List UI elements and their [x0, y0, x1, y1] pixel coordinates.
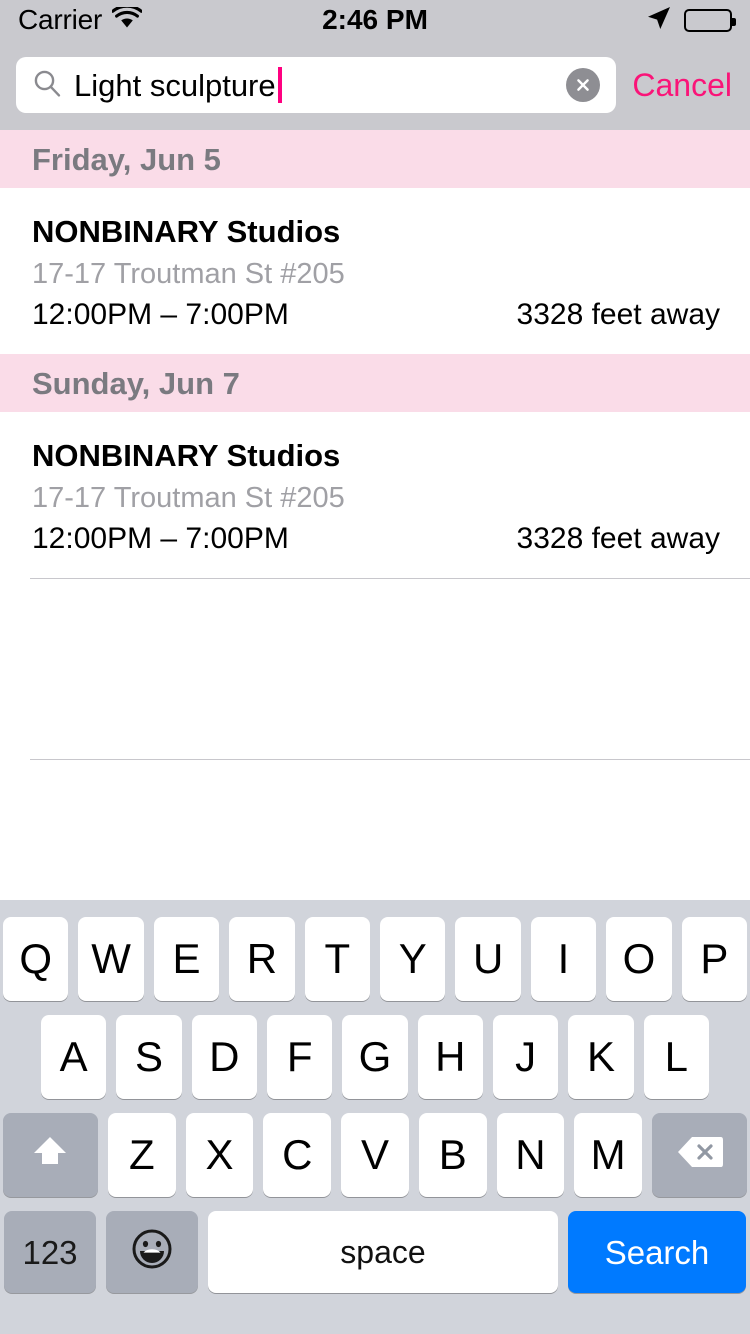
- key-c[interactable]: C: [263, 1113, 332, 1197]
- key-a[interactable]: A: [41, 1015, 107, 1099]
- venue-address: 17-17 Troutman St #205: [32, 481, 345, 514]
- search-icon: [32, 68, 62, 103]
- key-z[interactable]: Z: [107, 1113, 176, 1197]
- key-v[interactable]: V: [341, 1113, 409, 1197]
- search-text-wrap: Light sculpture: [74, 67, 558, 103]
- keyboard-row-3: Z X C V B N M: [0, 1106, 750, 1204]
- key-r[interactable]: R: [229, 917, 295, 1001]
- status-bar-right: [646, 5, 736, 36]
- venue-name: NONBINARY Studios: [32, 214, 341, 249]
- key-h[interactable]: H: [417, 1015, 483, 1099]
- key-x[interactable]: X: [185, 1113, 254, 1197]
- battery-full-icon: [684, 8, 736, 32]
- list-item[interactable]: NONBINARY Studios 17-17 Troutman St #205…: [0, 412, 750, 579]
- key-f[interactable]: F: [267, 1015, 333, 1099]
- emoji-smiley-icon: [129, 1226, 175, 1279]
- shift-icon: [28, 1130, 72, 1181]
- clear-search-button[interactable]: [566, 68, 601, 102]
- key-t[interactable]: T: [304, 917, 370, 1001]
- section-header: Friday, Jun 5: [0, 130, 750, 188]
- key-m[interactable]: M: [574, 1113, 643, 1197]
- venue-hours: 12:00PM – 7:00PM: [32, 521, 289, 555]
- key-e[interactable]: E: [153, 917, 220, 1001]
- key-d[interactable]: D: [191, 1015, 257, 1099]
- shift-key[interactable]: [2, 1113, 98, 1197]
- emoji-key[interactable]: [106, 1211, 198, 1293]
- key-l[interactable]: L: [643, 1015, 709, 1099]
- cancel-button[interactable]: Cancel: [630, 65, 734, 105]
- app-screen: Carrier 2:46 PM Light sculpture Cancel F…: [0, 0, 750, 1334]
- key-i[interactable]: I: [530, 917, 597, 1001]
- keyboard-row-4: 123 space Search: [0, 1204, 750, 1300]
- status-bar: Carrier 2:46 PM: [0, 0, 750, 40]
- backspace-key[interactable]: [652, 1113, 748, 1197]
- key-p[interactable]: P: [681, 917, 748, 1001]
- backspace-icon: [676, 1134, 724, 1177]
- empty-list-row: [0, 760, 750, 900]
- location-arrow-icon: [646, 5, 672, 36]
- venue-distance: 3328 feet away: [516, 297, 720, 331]
- search-input-value: Light sculpture: [74, 67, 276, 103]
- venue-address: 17-17 Troutman St #205: [32, 257, 345, 290]
- venue-distance: 3328 feet away: [516, 521, 720, 555]
- status-bar-left: Carrier: [18, 4, 143, 35]
- key-s[interactable]: S: [116, 1015, 182, 1099]
- key-n[interactable]: N: [496, 1113, 565, 1197]
- onscreen-keyboard: Q W E R T Y U I O P A S D F G H J K L Z …: [0, 900, 750, 1334]
- search-input[interactable]: Light sculpture: [16, 57, 617, 113]
- section-header: Sunday, Jun 7: [0, 354, 750, 413]
- key-b[interactable]: B: [418, 1113, 487, 1197]
- section-header-label: Sunday, Jun 7: [32, 365, 240, 401]
- key-w[interactable]: W: [78, 917, 144, 1001]
- wifi-icon: [111, 4, 143, 34]
- venue-hours: 12:00PM – 7:00PM: [32, 297, 289, 331]
- section-header-label: Friday, Jun 5: [32, 141, 221, 177]
- search-results-list[interactable]: Friday, Jun 5 NONBINARY Studios 17-17 Tr…: [0, 130, 750, 900]
- key-q[interactable]: Q: [2, 917, 69, 1001]
- key-y[interactable]: Y: [380, 917, 446, 1001]
- search-key[interactable]: Search: [568, 1211, 746, 1293]
- search-bar: Light sculpture Cancel: [0, 40, 750, 130]
- venue-meta: 12:00PM – 7:00PM 3328 feet away: [32, 297, 720, 332]
- keyboard-row-1: Q W E R T Y U I O P: [0, 910, 750, 1008]
- keyboard-row-2: A S D F G H J K L: [0, 1008, 750, 1106]
- venue-meta: 12:00PM – 7:00PM 3328 feet away: [32, 521, 720, 556]
- key-u[interactable]: U: [455, 917, 521, 1001]
- key-k[interactable]: K: [568, 1015, 634, 1099]
- empty-list-row: [0, 579, 750, 760]
- numbers-key[interactable]: 123: [4, 1211, 96, 1293]
- key-j[interactable]: J: [492, 1015, 559, 1099]
- venue-name: NONBINARY Studios: [32, 438, 341, 474]
- space-key[interactable]: space: [208, 1211, 558, 1293]
- carrier-label: Carrier: [18, 4, 103, 35]
- key-g[interactable]: G: [342, 1015, 408, 1099]
- text-cursor: [277, 67, 282, 103]
- list-item[interactable]: NONBINARY Studios 17-17 Troutman St #205…: [0, 188, 750, 355]
- key-o[interactable]: O: [606, 917, 672, 1001]
